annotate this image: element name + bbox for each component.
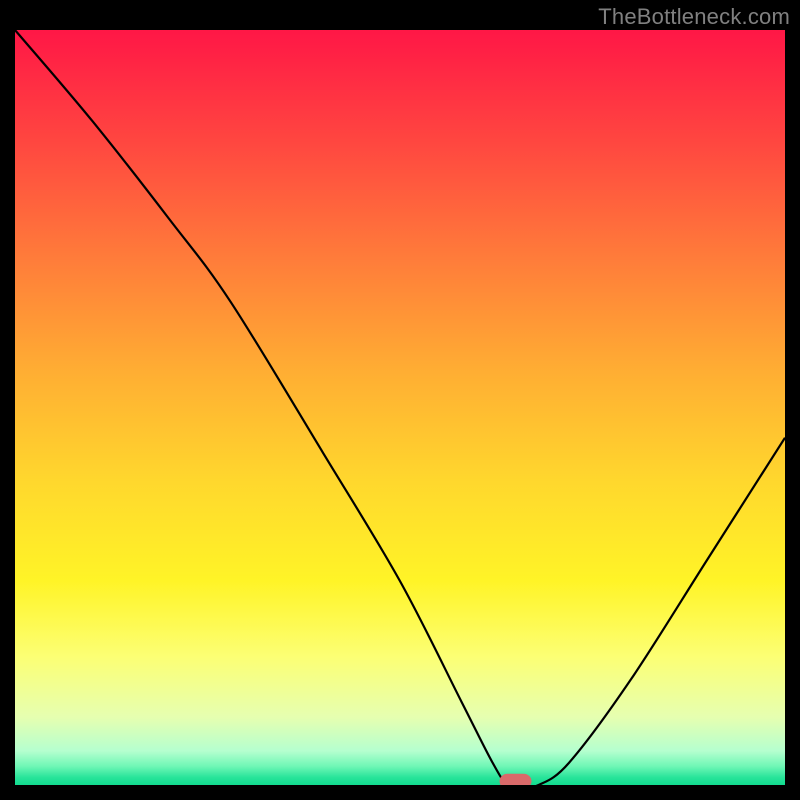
- chart-container: TheBottleneck.com: [0, 0, 800, 800]
- bottleneck-chart: [15, 30, 785, 785]
- watermark-text: TheBottleneck.com: [598, 4, 790, 30]
- optimal-marker: [500, 774, 532, 785]
- gradient-background: [15, 30, 785, 785]
